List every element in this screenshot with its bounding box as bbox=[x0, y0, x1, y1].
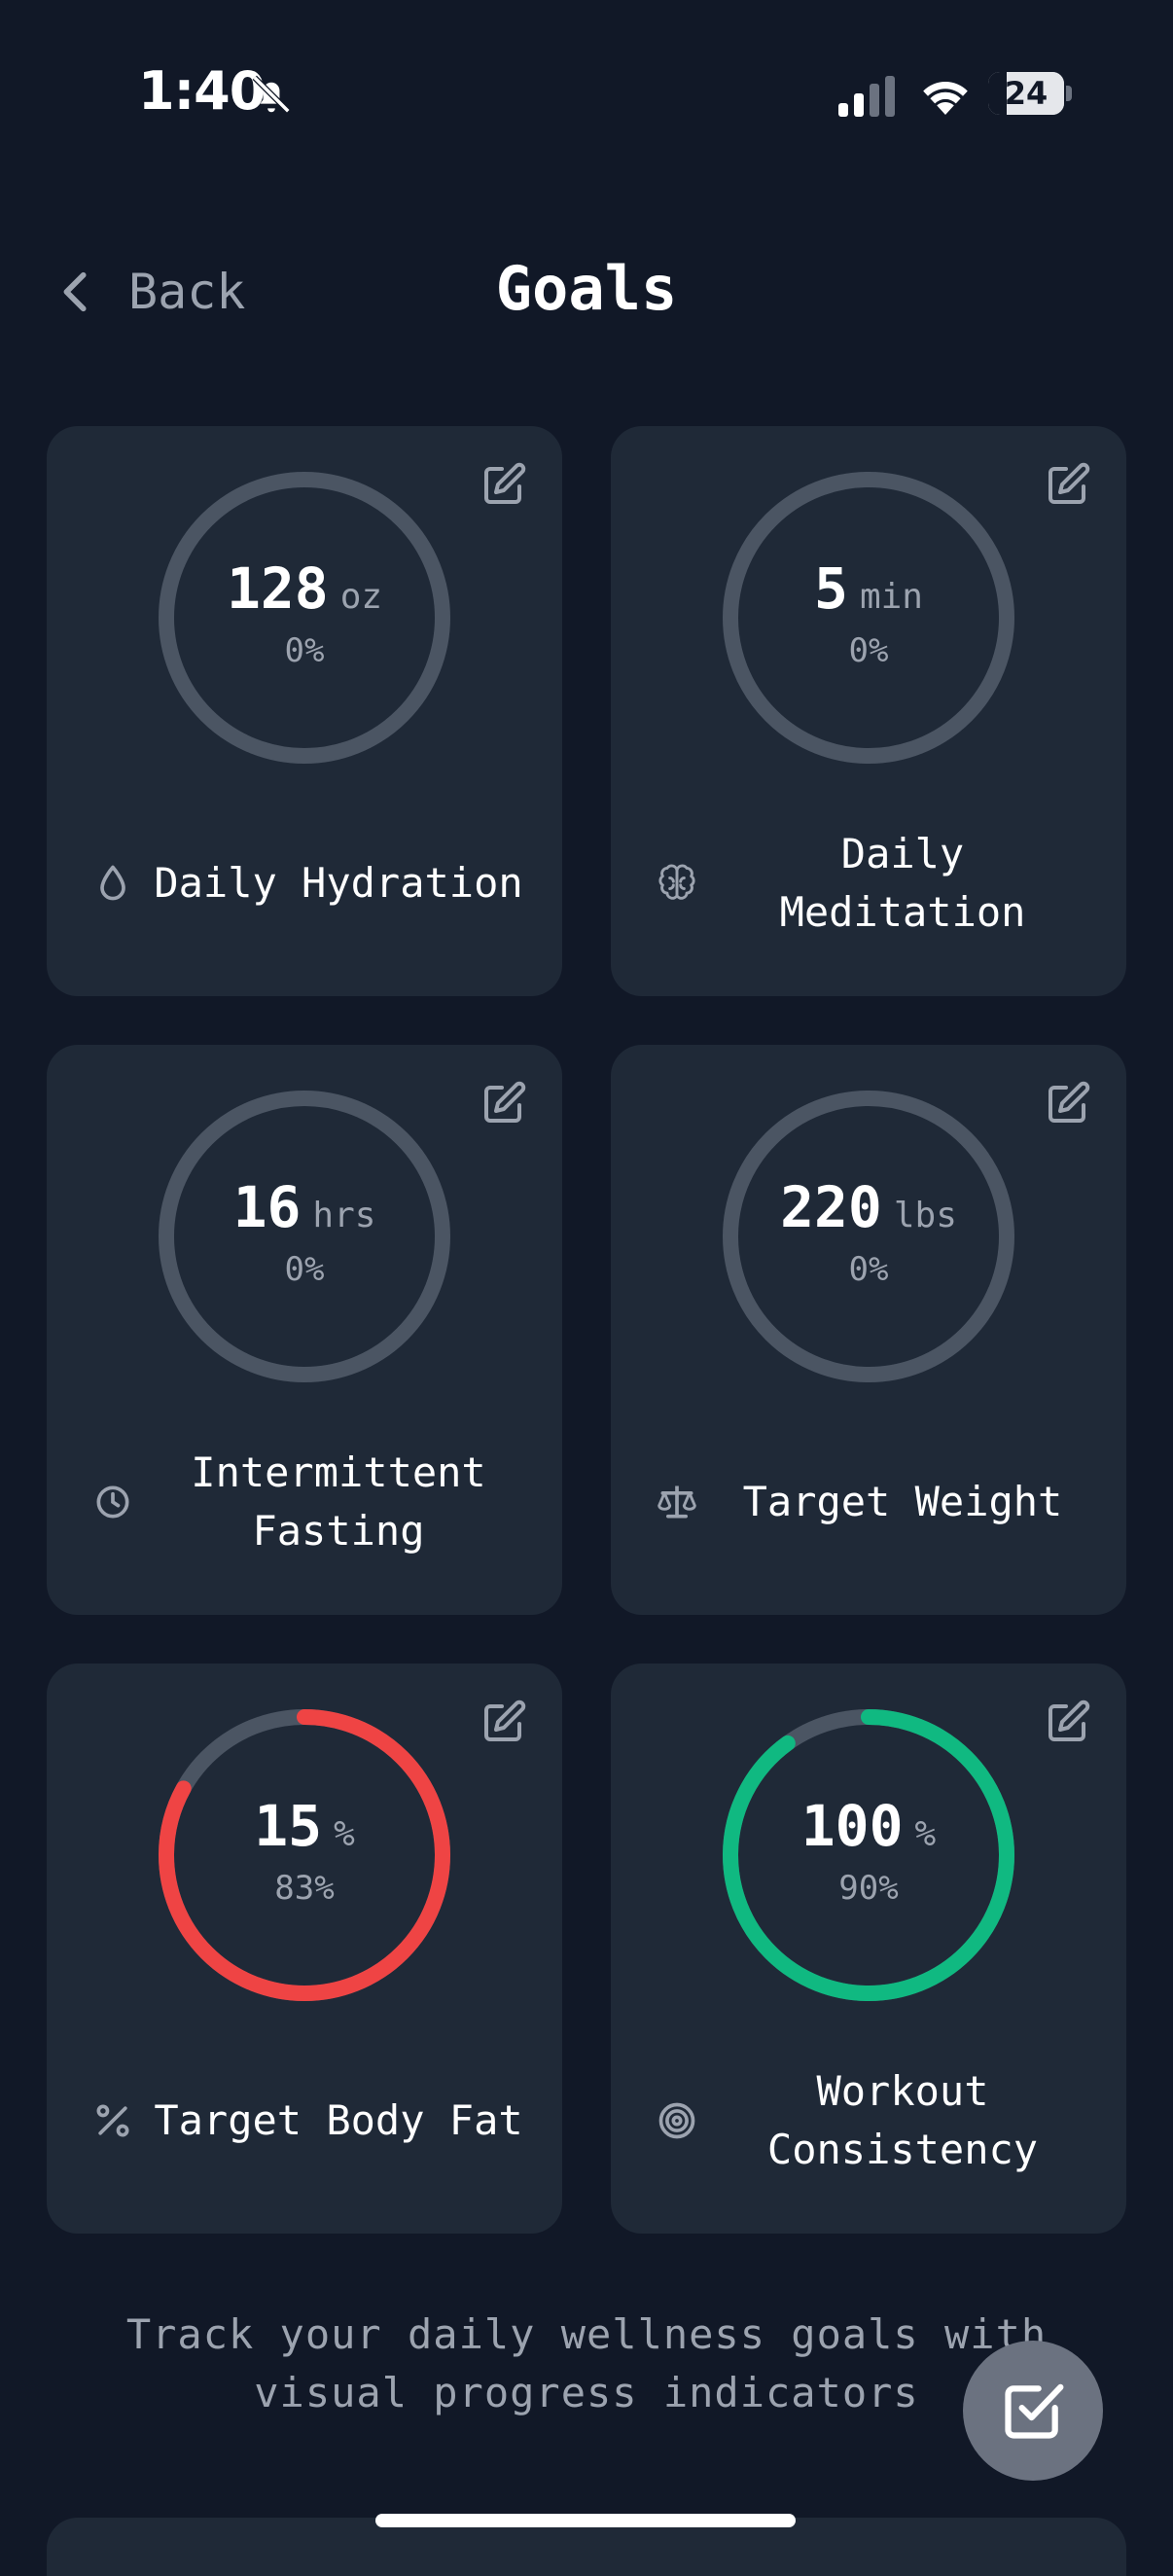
goal-card[interactable]: 100 % 90% Workout Consistency bbox=[611, 1664, 1126, 2234]
goal-percent: 83% bbox=[274, 1869, 335, 1908]
edit-icon[interactable] bbox=[480, 1080, 527, 1127]
goal-value: 220 bbox=[780, 1174, 882, 1240]
ring-center: 128 oz 0% bbox=[159, 472, 450, 764]
bell-muted-icon bbox=[252, 75, 291, 114]
goal-name: Daily Hydration bbox=[154, 859, 523, 907]
goal-unit: lbs bbox=[893, 1196, 957, 1235]
goal-name: Daily Meditation bbox=[779, 830, 1026, 936]
goal-label-row: Target Weight bbox=[611, 1434, 1126, 1570]
ring-center: 15 % 83% bbox=[159, 1709, 450, 2001]
ring-center: 100 % 90% bbox=[723, 1709, 1014, 2001]
goal-value: 5 bbox=[814, 555, 848, 622]
target-icon bbox=[658, 2102, 695, 2139]
edit-icon[interactable] bbox=[480, 1699, 527, 1745]
battery-indicator: 24 bbox=[988, 72, 1064, 115]
ring-center: 220 lbs 0% bbox=[723, 1091, 1014, 1382]
goal-card[interactable]: 5 min 0% Daily Meditation bbox=[611, 426, 1126, 996]
edit-icon[interactable] bbox=[480, 461, 527, 508]
wifi-icon bbox=[923, 82, 968, 115]
goal-card[interactable]: 220 lbs 0% Target Weight bbox=[611, 1045, 1126, 1615]
check-goals-button[interactable] bbox=[963, 2341, 1103, 2481]
home-indicator[interactable] bbox=[375, 2514, 796, 2527]
status-time: 1:40 bbox=[138, 60, 266, 122]
goal-name: Target Weight bbox=[742, 1478, 1063, 1525]
goal-label-row: Intermittent Fasting bbox=[47, 1434, 562, 1570]
goal-name: Intermittent Fasting bbox=[191, 1449, 486, 1555]
ring-center: 5 min 0% bbox=[723, 472, 1014, 764]
goal-label-row: Daily Hydration bbox=[47, 815, 562, 951]
goal-unit: % bbox=[914, 1814, 937, 1854]
goal-name: Workout Consistency bbox=[766, 2067, 1039, 2173]
edit-icon[interactable] bbox=[1045, 1699, 1091, 1745]
goal-card[interactable]: 16 hrs 0% Intermittent Fasting bbox=[47, 1045, 562, 1615]
battery-level: 24 bbox=[1004, 75, 1049, 112]
goal-card[interactable]: 15 % 83% Target Body Fat bbox=[47, 1664, 562, 2234]
goal-value: 16 bbox=[232, 1174, 302, 1240]
checkbox-edit-icon bbox=[1005, 2383, 1064, 2439]
scale-icon bbox=[658, 1485, 696, 1519]
page-title: Goals bbox=[495, 253, 678, 324]
goal-percent: 0% bbox=[284, 631, 325, 670]
goal-value: 15 bbox=[254, 1793, 323, 1859]
status-bar: 1:40 24 bbox=[0, 0, 1173, 195]
goal-percent: 0% bbox=[284, 1250, 325, 1289]
goal-unit: oz bbox=[339, 577, 383, 617]
goal-percent: 0% bbox=[848, 1250, 889, 1289]
goal-percent: 90% bbox=[838, 1869, 899, 1908]
goal-label-row: Workout Consistency bbox=[611, 2053, 1126, 2189]
droplet-icon bbox=[100, 865, 125, 901]
ring-center: 16 hrs 0% bbox=[159, 1091, 450, 1382]
goal-unit: hrs bbox=[312, 1196, 376, 1235]
battery-nub bbox=[1066, 86, 1072, 101]
header: Back Goals bbox=[0, 233, 1173, 350]
goal-value: 100 bbox=[800, 1793, 904, 1859]
brain-icon bbox=[658, 864, 695, 900]
goal-value: 128 bbox=[226, 555, 329, 622]
clock-icon bbox=[96, 1485, 129, 1519]
goal-label-row: Target Body Fat bbox=[47, 2053, 562, 2189]
goal-label-row: Daily Meditation bbox=[611, 815, 1126, 951]
goal-name: Target Body Fat bbox=[154, 2096, 523, 2144]
edit-icon[interactable] bbox=[1045, 1080, 1091, 1127]
goal-unit: % bbox=[334, 1814, 355, 1854]
cellular-signal-icon bbox=[838, 76, 895, 117]
goal-card[interactable]: 128 oz 0% Daily Hydration bbox=[47, 426, 562, 996]
percent-icon bbox=[96, 2104, 129, 2137]
goal-unit: min bbox=[859, 577, 923, 617]
edit-icon[interactable] bbox=[1045, 461, 1091, 508]
goal-percent: 0% bbox=[848, 631, 889, 670]
